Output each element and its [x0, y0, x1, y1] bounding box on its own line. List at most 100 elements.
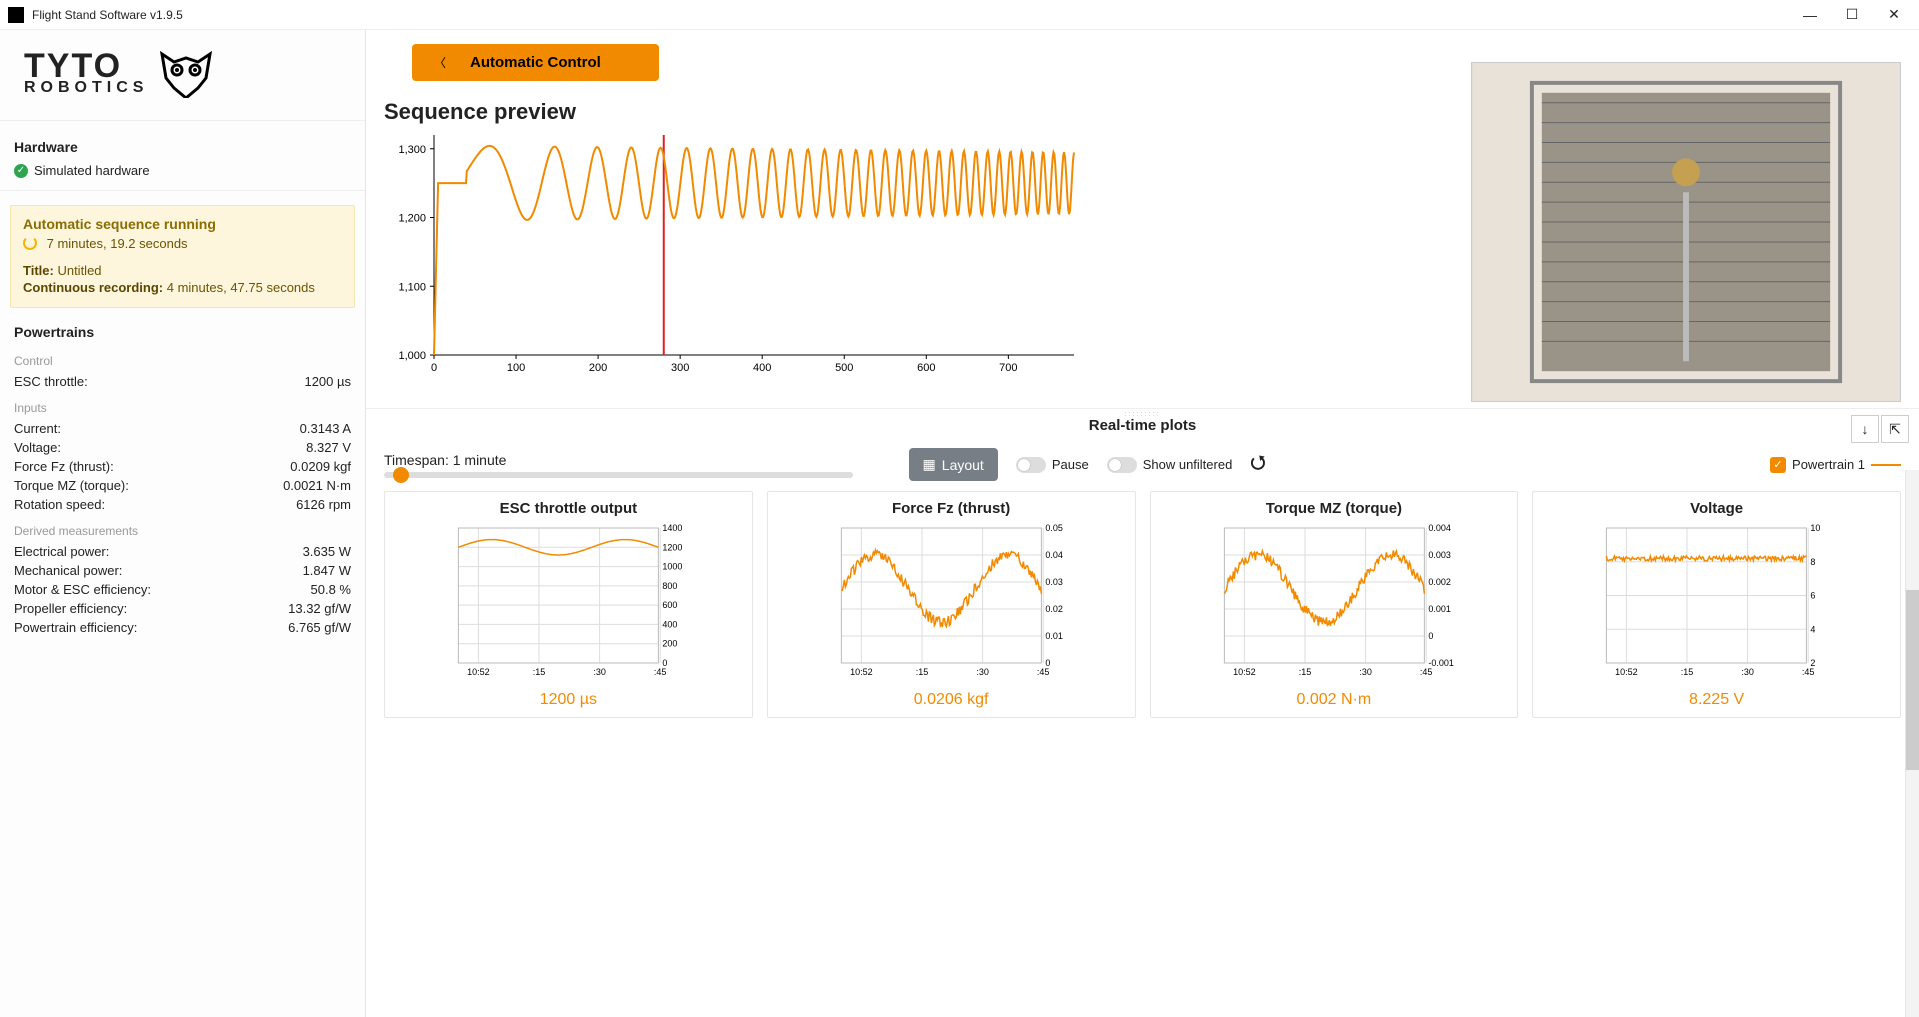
- kv-key: Powertrain efficiency:: [14, 620, 137, 635]
- refresh-icon[interactable]: ⭯: [1250, 450, 1265, 480]
- rec-label: Continuous recording:: [23, 280, 163, 295]
- svg-text::45: :45: [1802, 667, 1815, 677]
- kv-value: 0.3143 A: [300, 421, 351, 436]
- spinner-icon: [23, 236, 37, 250]
- window-maximize-button[interactable]: ☐: [1843, 6, 1861, 24]
- input-row: Torque MZ (torque): 0.0021 N·m: [0, 476, 365, 495]
- svg-text:400: 400: [662, 619, 677, 629]
- download-icon[interactable]: ↓: [1851, 415, 1879, 443]
- kv-key: Propeller efficiency:: [14, 601, 127, 616]
- input-row: Force Fz (thrust):0.0209 kgf: [0, 457, 365, 476]
- chevron-left-icon: 〈: [434, 54, 446, 71]
- logo-line1: TYTO: [24, 51, 148, 82]
- svg-text:800: 800: [662, 581, 677, 591]
- app-logo: TYTO ROBOTICS: [0, 30, 365, 112]
- svg-text:10:52: 10:52: [850, 667, 873, 677]
- popout-icon[interactable]: ⇱: [1881, 415, 1909, 443]
- svg-text:4: 4: [1811, 624, 1816, 634]
- kv-value: 8.327 V: [306, 440, 351, 455]
- svg-text::30: :30: [976, 667, 989, 677]
- drag-handle-icon[interactable]: :::::::::: [1125, 411, 1161, 418]
- sequence-preview-chart[interactable]: 1,0001,1001,2001,30001002003004005006007…: [384, 125, 1084, 388]
- mini-plot[interactable]: Force Fz (thrust) 00.010.020.030.040.051…: [767, 491, 1136, 718]
- svg-text:200: 200: [662, 639, 677, 649]
- kv-key: Torque MZ (torque):: [14, 478, 129, 493]
- window-minimize-button[interactable]: —: [1801, 6, 1819, 24]
- svg-text:0.001: 0.001: [1428, 604, 1451, 614]
- unfiltered-toggle[interactable]: [1107, 457, 1137, 473]
- mini-plot-value: 8.225 V: [1689, 691, 1744, 709]
- powertrain-checkbox[interactable]: ✓: [1770, 457, 1786, 473]
- svg-text:0.003: 0.003: [1428, 550, 1451, 560]
- derived-row: Propeller efficiency: 13.32 gf/W: [0, 599, 365, 618]
- svg-text:700: 700: [999, 362, 1017, 374]
- vertical-scrollbar[interactable]: [1905, 470, 1919, 1017]
- kv-value: 3.635 W: [303, 544, 351, 559]
- svg-text::45: :45: [1037, 667, 1050, 677]
- svg-text:0.03: 0.03: [1045, 577, 1063, 587]
- input-row: Current:0.3143 A: [0, 419, 365, 438]
- powertrain-legend-label: Powertrain 1: [1792, 457, 1865, 472]
- mini-plot[interactable]: Voltage 24681010:52:15:30:45 8.225 V: [1532, 491, 1901, 718]
- kv-key: ESC throttle:: [14, 374, 88, 389]
- timespan-slider[interactable]: [384, 472, 853, 478]
- svg-text:0.004: 0.004: [1428, 523, 1451, 533]
- svg-text:1,100: 1,100: [398, 281, 426, 293]
- kv-key: Motor & ESC efficiency:: [14, 582, 151, 597]
- kv-value: 13.32 gf/W: [288, 601, 351, 616]
- camera-feed: [1471, 62, 1901, 402]
- window-title: Flight Stand Software v1.9.5: [32, 8, 1801, 22]
- kv-key: Force Fz (thrust):: [14, 459, 114, 474]
- powertrains-heading: Powertrains: [0, 314, 365, 344]
- mini-plot-title: ESC throttle output: [500, 500, 637, 517]
- rec-title-label: Title:: [23, 263, 54, 278]
- app-icon: [8, 7, 24, 23]
- mode-selector[interactable]: 〈 Automatic Control 〉: [412, 44, 659, 81]
- derived-row: Electrical power:3.635 W: [0, 542, 365, 561]
- svg-text:400: 400: [753, 362, 771, 374]
- window-titlebar: Flight Stand Software v1.9.5 — ☐ ✕: [0, 0, 1919, 30]
- sequence-status-title: Automatic sequence running: [23, 216, 342, 232]
- derived-row: Motor & ESC efficiency:50.8 %: [0, 580, 365, 599]
- svg-text:10:52: 10:52: [467, 667, 490, 677]
- grid-icon: ▦: [923, 456, 936, 473]
- unfiltered-label: Show unfiltered: [1143, 457, 1233, 472]
- input-row: Rotation speed:6126 rpm: [0, 495, 365, 514]
- svg-text:1,000: 1,000: [398, 350, 426, 362]
- svg-text:8: 8: [1811, 557, 1816, 567]
- svg-text:0.04: 0.04: [1045, 550, 1063, 560]
- mini-plot[interactable]: Torque MZ (torque) -0.00100.0010.0020.00…: [1150, 491, 1519, 718]
- layout-button[interactable]: ▦ Layout: [909, 448, 998, 481]
- svg-text:0: 0: [1428, 631, 1433, 641]
- rec-time: 4 minutes, 47.75 seconds: [167, 280, 315, 295]
- kv-value: 0.0021 N·m: [283, 478, 351, 493]
- check-circle-icon: ✓: [14, 164, 28, 178]
- kv-key: Mechanical power:: [14, 563, 122, 578]
- svg-text:1200: 1200: [662, 542, 682, 552]
- kv-key: Rotation speed:: [14, 497, 105, 512]
- pause-toggle[interactable]: [1016, 457, 1046, 473]
- mini-plot-title: Voltage: [1690, 500, 1743, 517]
- legend-line-icon: [1871, 464, 1901, 466]
- svg-text::15: :15: [1681, 667, 1694, 677]
- svg-text:600: 600: [917, 362, 935, 374]
- hardware-status-row: ✓ Simulated hardware: [0, 159, 365, 182]
- sidebar: TYTO ROBOTICS Hardware ✓ Simulated hardw…: [0, 30, 366, 1017]
- svg-text:0: 0: [431, 362, 437, 374]
- mini-plot[interactable]: ESC throttle output 02004006008001000120…: [384, 491, 753, 718]
- derived-subhead: Derived measurements: [0, 514, 365, 542]
- hardware-status-text: Simulated hardware: [34, 163, 150, 178]
- svg-text:1,300: 1,300: [398, 144, 426, 156]
- logo-line2: ROBOTICS: [24, 81, 148, 95]
- owl-icon: [158, 48, 214, 98]
- svg-text:1400: 1400: [662, 523, 682, 533]
- svg-text:100: 100: [507, 362, 525, 374]
- svg-text:6: 6: [1811, 591, 1816, 601]
- mini-plot-value: 1200 µs: [540, 691, 597, 709]
- hardware-heading: Hardware: [0, 129, 365, 159]
- svg-text:10:52: 10:52: [1233, 667, 1256, 677]
- svg-text:0.01: 0.01: [1045, 631, 1063, 641]
- mini-plot-title: Torque MZ (torque): [1266, 500, 1402, 517]
- inputs-subhead: Inputs: [0, 391, 365, 419]
- window-close-button[interactable]: ✕: [1885, 6, 1903, 24]
